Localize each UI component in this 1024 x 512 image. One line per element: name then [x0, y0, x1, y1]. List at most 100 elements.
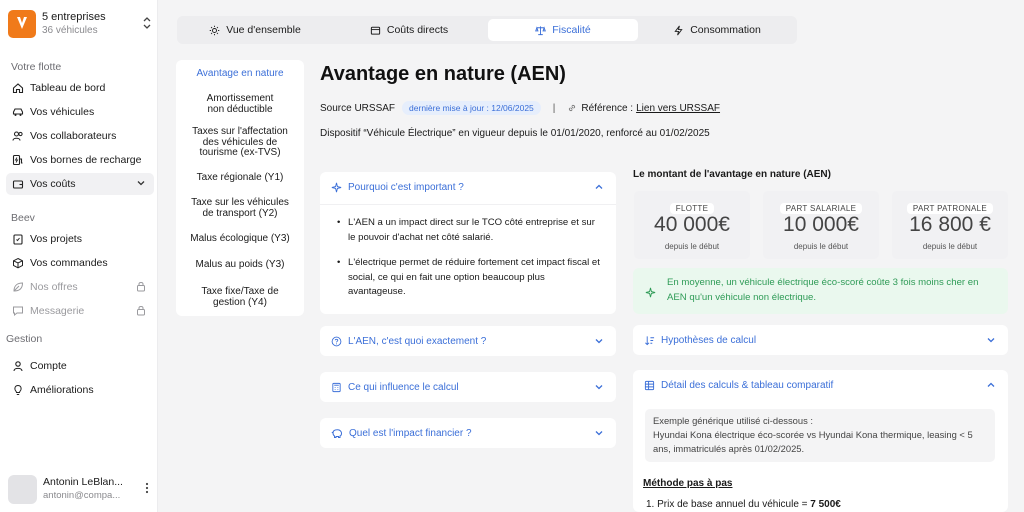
subnav-item-tvs[interactable]: Taxes sur l'affectation des véhicules de… [176, 126, 304, 159]
sidebar-item-orders[interactable]: Vos commandes [6, 252, 154, 274]
subnav-item-malus-weight[interactable]: Malus au poids (Y3) [176, 259, 304, 271]
divider [320, 204, 616, 205]
tab-label: Consommation [690, 24, 761, 36]
accordion-why-important: Pourquoi c'est important ? L'AEN a un im… [320, 172, 616, 314]
tab-consumption[interactable]: Consommation [642, 19, 792, 41]
accordion-title: Quel est l'impact financier ? [349, 427, 472, 439]
source-label: Source URSSAF [320, 102, 396, 114]
chevron-up-icon [594, 182, 604, 195]
stat-subtitle: depuis le début [922, 242, 978, 251]
org-switcher[interactable]: 5 entreprises 36 véhicules [8, 9, 153, 39]
accordion-title: Détail des calculs & tableau comparatif [661, 379, 834, 391]
tax-subnav: Avantage en nature Amortissement non déd… [176, 60, 304, 316]
dispositif-date-reinforced: 01/02/2025 [659, 128, 710, 139]
brand-logo [8, 10, 36, 38]
accordion-title: Pourquoi c'est important ? [348, 181, 464, 193]
accordion-influence[interactable]: Ce qui influence le calcul [320, 372, 616, 402]
users-icon [12, 130, 24, 142]
org-name: 5 entreprises [42, 10, 106, 23]
accordion-header[interactable]: Hypothèses de calcul [633, 325, 1008, 355]
sidebar-item-costs[interactable]: Vos coûts [6, 173, 154, 195]
reference-label: Référence : [581, 102, 634, 114]
list-item: L'électrique permet de réduire fortement… [336, 256, 602, 301]
sidebar-item-label: Messagerie [30, 305, 85, 317]
accordion-header[interactable]: Ce qui influence le calcul [320, 372, 616, 402]
calculator-icon [331, 382, 342, 393]
subnav-item-fixed-tax[interactable]: Taxe fixe/Taxe de gestion (Y4) [176, 286, 304, 308]
info-callout: En moyenne, un véhicule électrique éco-s… [633, 268, 1008, 314]
clipboard-icon [12, 233, 24, 245]
accordion-header[interactable]: Détail des calculs & tableau comparatif [633, 370, 1008, 400]
urssaf-link[interactable]: Lien vers URSSAF [636, 103, 720, 114]
sort-icon [644, 335, 655, 346]
chevron-down-icon [136, 178, 146, 191]
subnav-item-transport-tax[interactable]: Taxe sur les véhicules de transport (Y2) [176, 197, 304, 219]
sidebar-item-dashboard[interactable]: Tableau de bord [6, 77, 154, 99]
chevron-updown-icon[interactable] [143, 17, 151, 32]
accordion-header[interactable]: Pourquoi c'est important ? [320, 172, 616, 202]
tab-label: Fiscalité [552, 24, 591, 36]
subnav-item-amortissement[interactable]: Amortissement non déductible [176, 93, 304, 115]
stat-value: 10 000€ [783, 213, 859, 236]
link-icon [567, 103, 577, 113]
tab-direct-costs[interactable]: Coûts directs [334, 19, 484, 41]
aen-amount-title: Le montant de l'avantage en nature (AEN) [633, 169, 831, 180]
sidebar-item-label: Vos commandes [30, 257, 108, 269]
accordion-financial-impact[interactable]: Quel est l'impact financier ? [320, 418, 616, 448]
accordion-title: L'AEN, c'est quoi exactement ? [348, 335, 487, 347]
subnav-item-aen[interactable]: Avantage en nature [176, 68, 304, 80]
sun-icon [209, 25, 220, 36]
wallet-icon [12, 178, 24, 190]
tab-taxation[interactable]: Fiscalité [488, 19, 638, 41]
chevron-up-icon [986, 380, 996, 393]
sidebar-item-offers[interactable]: Nos offres [6, 276, 154, 298]
sidebar-item-projects[interactable]: Vos projets [6, 228, 154, 250]
example-description: Hyundai Kona électrique éco-scorée vs Hy… [653, 429, 973, 455]
sidebar-item-vehicles[interactable]: Vos véhicules [6, 101, 154, 123]
stat-card-employee-share: PART SALARIALE 10 000€ depuis le début [763, 191, 879, 259]
dispositif-prefix: Dispositif “Véhicule Électrique” en vigu… [320, 128, 551, 139]
dispositif-date-start: 01/01/2020 [550, 128, 601, 139]
sidebar-item-label: Vos bornes de recharge [30, 154, 142, 166]
chat-icon [12, 305, 24, 317]
lock-icon [136, 305, 146, 319]
example-intro: Exemple générique utilisé ci-dessous : [653, 415, 813, 426]
method-title: Méthode pas à pas [643, 478, 733, 489]
stat-subtitle: depuis le début [664, 242, 720, 251]
sidebar-item-improvements[interactable]: Améliorations [6, 379, 154, 401]
subnav-item-regional-tax[interactable]: Taxe régionale (Y1) [176, 172, 304, 184]
avatar [8, 474, 37, 504]
user-profile[interactable]: Antonin LeBlan... antonin@compa... [8, 474, 153, 504]
sidebar-item-messages[interactable]: Messagerie [6, 300, 154, 322]
dispositif-text: Dispositif “Véhicule Électrique” en vigu… [320, 128, 710, 139]
stat-value: 40 000€ [654, 213, 730, 236]
chevron-down-icon [594, 382, 604, 395]
tab-overview[interactable]: Vue d'ensemble [180, 19, 330, 41]
more-vertical-icon[interactable] [145, 482, 149, 497]
method-step-1: 1. Prix de base annuel du véhicule = 7 5… [646, 499, 841, 510]
accordion-hypotheses[interactable]: Hypothèses de calcul [633, 325, 1008, 355]
sidebar: 5 entreprises 36 véhicules Votre flotte … [0, 0, 158, 512]
update-badge: dernière mise à jour : 12/06/2025 [402, 101, 541, 115]
home-icon [12, 82, 24, 94]
sidebar-item-collaborators[interactable]: Vos collaborateurs [6, 125, 154, 147]
stat-card-employer-share: PART PATRONALE 16 800 € depuis le début [892, 191, 1008, 259]
source-meta: Source URSSAF dernière mise à jour : 12/… [320, 100, 720, 116]
piggy-bank-icon [331, 428, 343, 439]
example-box: Exemple générique utilisé ci-dessous : H… [645, 409, 995, 462]
accordion-header[interactable]: Quel est l'impact financier ? [320, 418, 616, 448]
user-icon [12, 360, 24, 372]
accordion-what-is-aen[interactable]: L'AEN, c'est quoi exactement ? [320, 326, 616, 356]
list-item: L'AEN a un impact direct sur le TCO côté… [336, 216, 602, 246]
sidebar-item-label: Vos collaborateurs [30, 130, 117, 142]
sidebar-item-chargers[interactable]: Vos bornes de recharge [6, 149, 154, 171]
subnav-item-malus-eco[interactable]: Malus écologique (Y3) [176, 233, 304, 245]
car-icon [12, 106, 24, 118]
sidebar-item-label: Nos offres [30, 281, 78, 293]
accordion-header[interactable]: L'AEN, c'est quoi exactement ? [320, 326, 616, 356]
scale-icon [535, 25, 547, 36]
section-title-beev: Beev [11, 212, 35, 224]
callout-text: En moyenne, un véhicule électrique éco-s… [667, 277, 979, 303]
sidebar-item-account[interactable]: Compte [6, 355, 154, 377]
section-title-gestion: Gestion [6, 333, 43, 345]
